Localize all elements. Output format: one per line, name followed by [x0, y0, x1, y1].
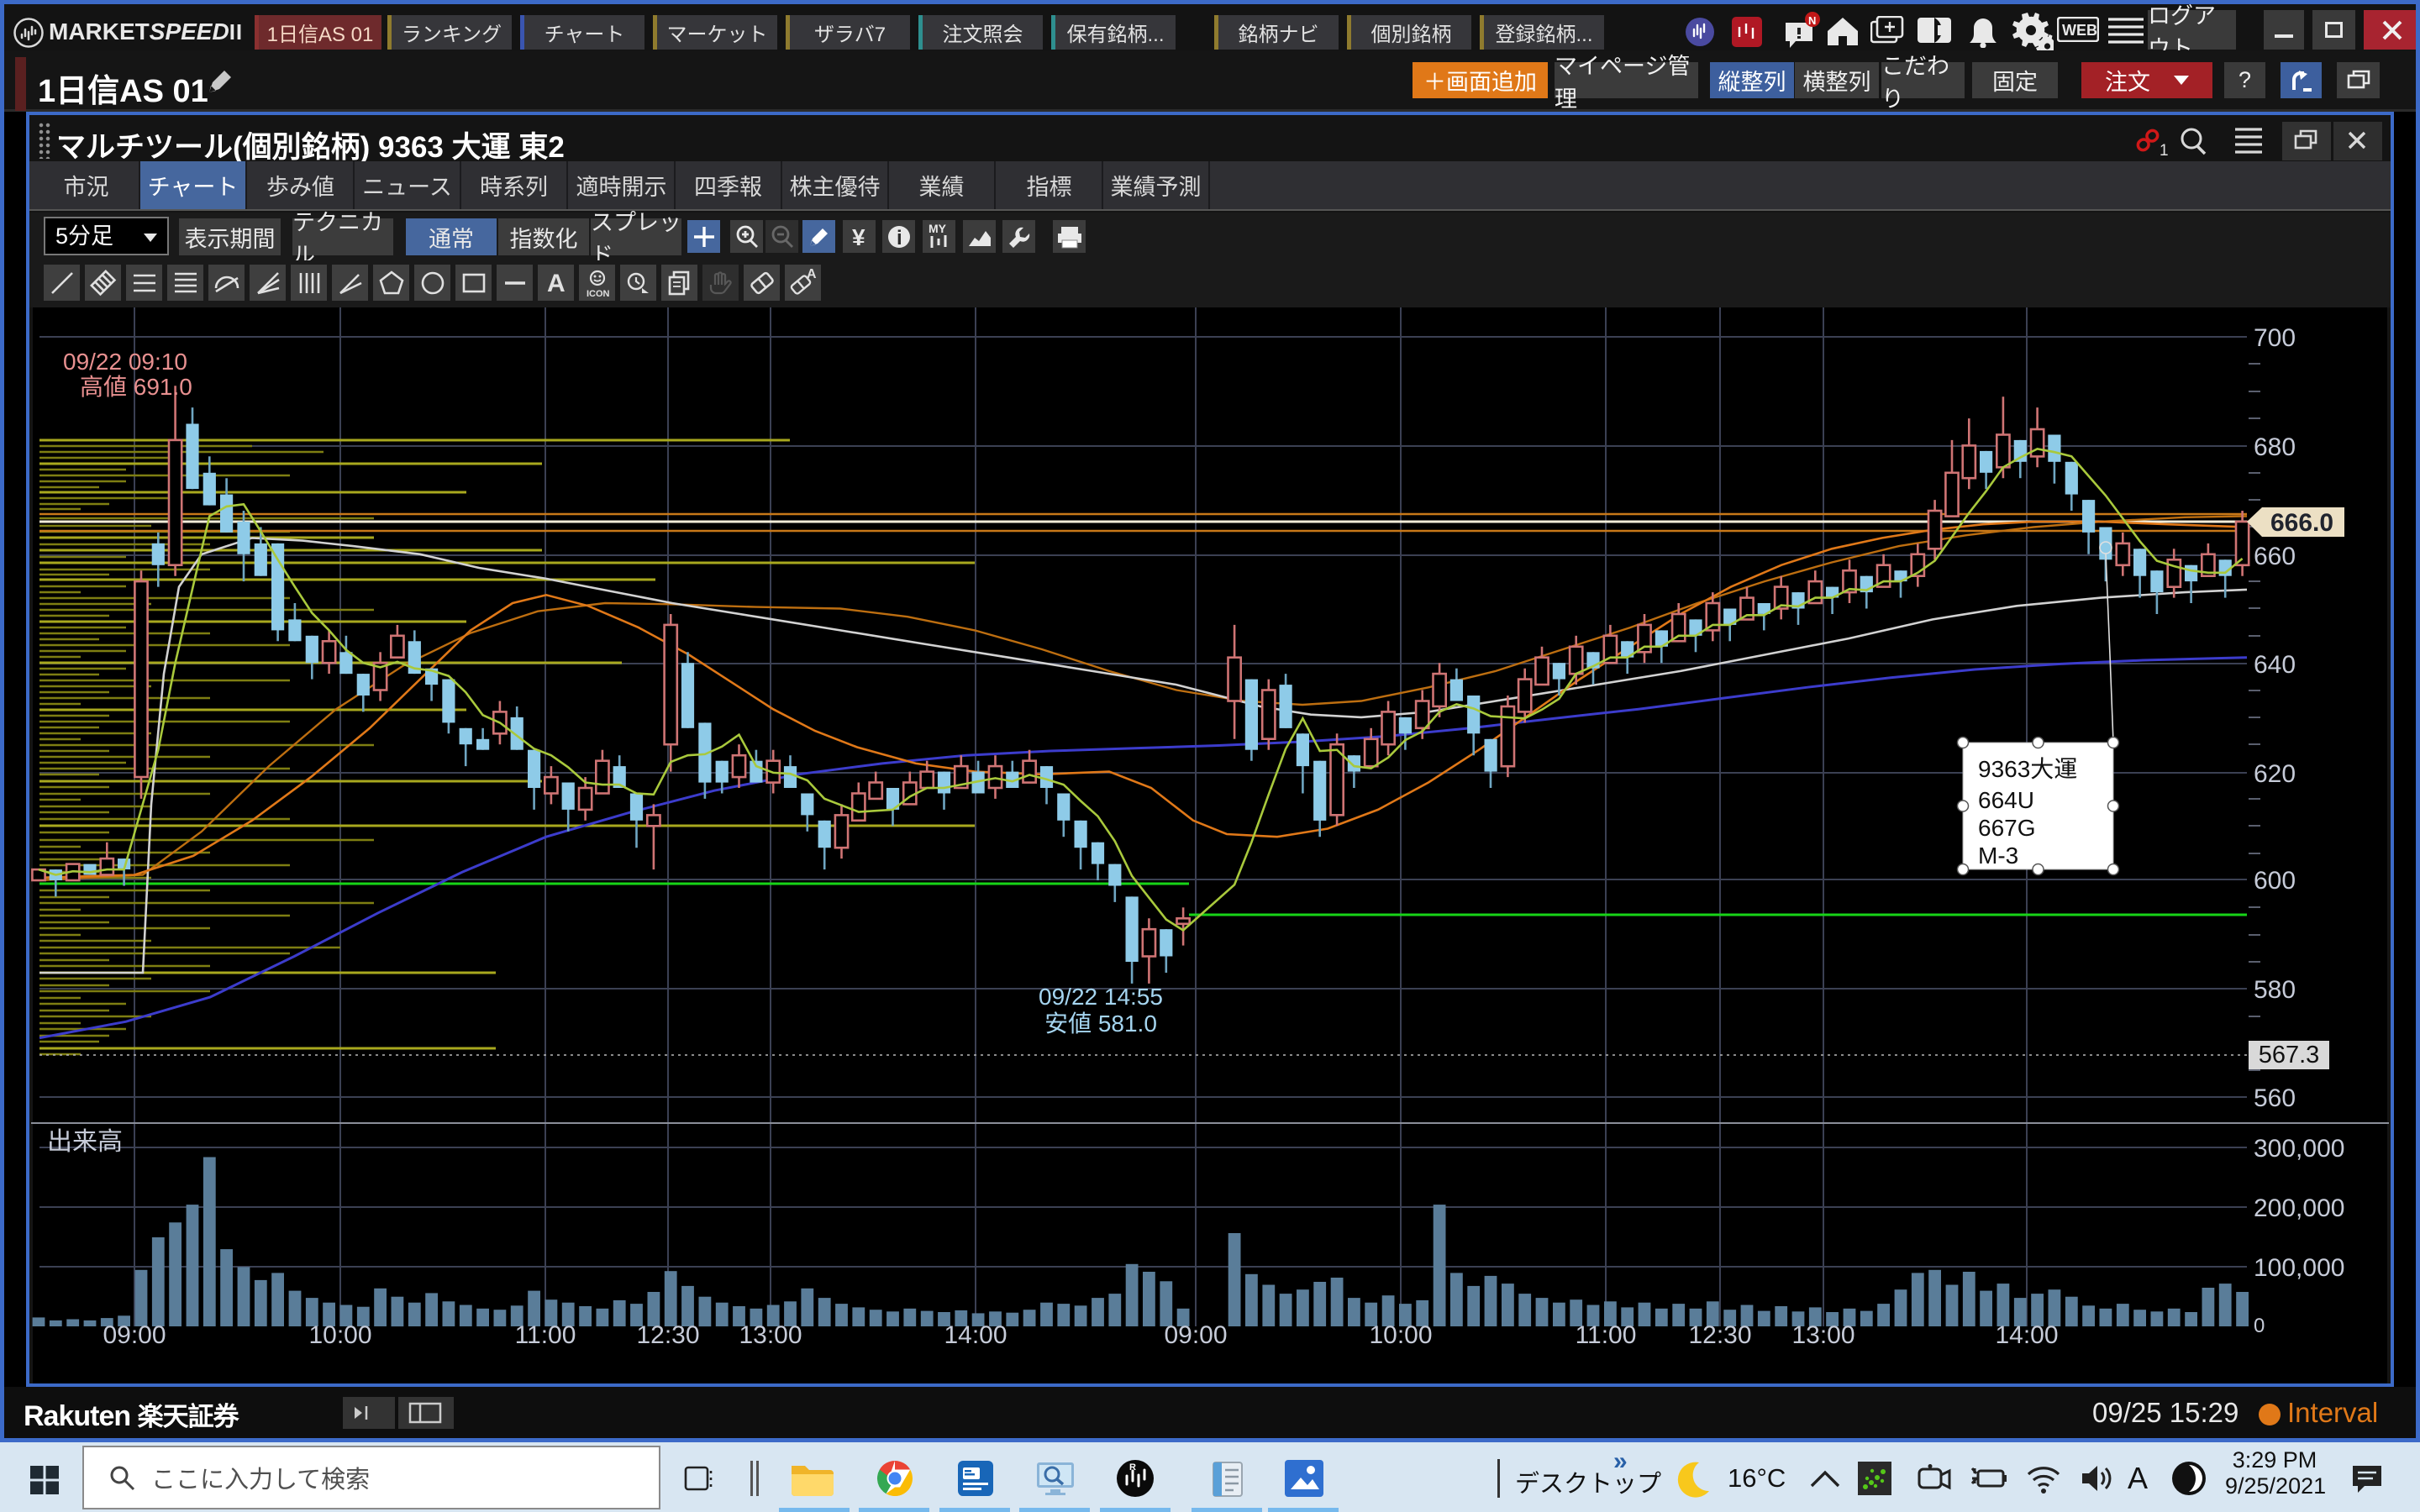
- svg-text:700: 700: [2254, 324, 2296, 352]
- svg-text:10:00: 10:00: [1369, 1321, 1432, 1349]
- svg-text:640: 640: [2254, 651, 2296, 679]
- svg-text:9363大運: 9363大運: [1978, 756, 2077, 782]
- svg-text:12:30: 12:30: [636, 1321, 699, 1349]
- svg-text:600: 600: [2254, 867, 2296, 895]
- svg-text:高値 691.0: 高値 691.0: [80, 374, 192, 400]
- svg-text:10:00: 10:00: [308, 1321, 371, 1349]
- svg-text:安値 581.0: 安値 581.0: [1044, 1011, 1157, 1037]
- svg-text:666.0: 666.0: [2270, 509, 2333, 537]
- svg-text:620: 620: [2254, 760, 2296, 788]
- svg-text:11:00: 11:00: [1576, 1321, 1637, 1349]
- svg-text:14:00: 14:00: [1995, 1321, 2058, 1349]
- svg-text:14:00: 14:00: [944, 1321, 1007, 1349]
- svg-text:09:00: 09:00: [1164, 1321, 1227, 1349]
- svg-text:580: 580: [2254, 976, 2296, 1004]
- svg-text:0: 0: [2254, 1315, 2265, 1337]
- svg-text:660: 660: [2254, 543, 2296, 570]
- svg-text:560: 560: [2254, 1084, 2296, 1112]
- svg-text:出来高: 出来高: [47, 1128, 123, 1156]
- svg-text:300,000: 300,000: [2254, 1135, 2344, 1163]
- svg-text:R: R: [1129, 1462, 1136, 1473]
- svg-text:680: 680: [2254, 433, 2296, 461]
- svg-text:12:30: 12:30: [1688, 1321, 1751, 1349]
- svg-text:M-3: M-3: [1978, 843, 2018, 869]
- svg-text:09/22 09:10: 09/22 09:10: [63, 349, 187, 375]
- svg-text:664U: 664U: [1978, 787, 2034, 813]
- svg-text:667G: 667G: [1978, 815, 2036, 841]
- svg-text:11:00: 11:00: [515, 1321, 576, 1349]
- svg-text:13:00: 13:00: [739, 1321, 802, 1349]
- svg-text:100,000: 100,000: [2254, 1254, 2344, 1282]
- svg-text:09:00: 09:00: [103, 1321, 166, 1349]
- svg-text:200,000: 200,000: [2254, 1194, 2344, 1222]
- svg-text:09/22 14:55: 09/22 14:55: [1039, 984, 1163, 1010]
- svg-text:13:00: 13:00: [1791, 1321, 1854, 1349]
- svg-text:567.3: 567.3: [2259, 1042, 2320, 1068]
